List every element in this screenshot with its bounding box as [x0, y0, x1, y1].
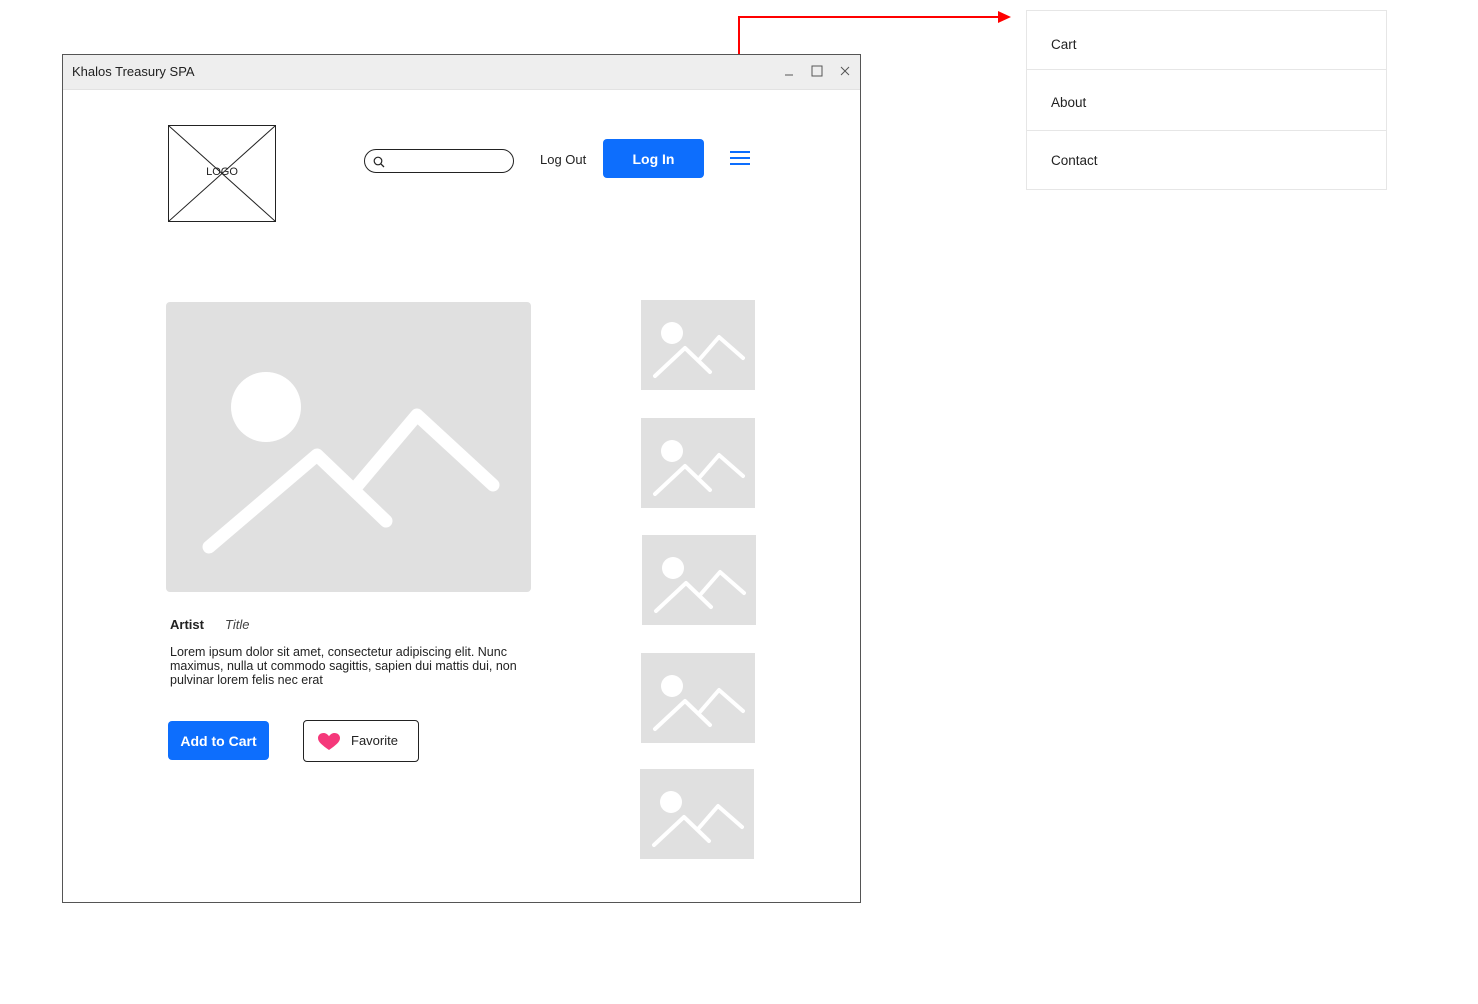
hamburger-menu-icon[interactable]	[729, 149, 751, 167]
image-placeholder-icon	[652, 791, 744, 847]
menu-item-label: Cart	[1051, 37, 1077, 52]
minimize-icon[interactable]	[781, 63, 797, 79]
menu-item-contact[interactable]: Contact	[1027, 131, 1386, 190]
window-title: Khalos Treasury SPA	[72, 64, 195, 79]
image-placeholder-icon	[202, 372, 500, 554]
artwork-description: Lorem ipsum dolor sit amet, consectetur …	[170, 645, 517, 687]
logo-label: LOGO	[206, 166, 238, 178]
menu-item-cart[interactable]: Cart	[1027, 11, 1386, 70]
favorite-label: Favorite	[351, 733, 398, 748]
log-in-button[interactable]: Log In	[603, 139, 704, 178]
thumbnail-5[interactable]	[640, 769, 754, 859]
thumbnail-2[interactable]	[641, 418, 755, 508]
menu-item-label: Contact	[1051, 153, 1098, 168]
thumbnail-4[interactable]	[641, 653, 755, 743]
image-placeholder-icon	[653, 322, 745, 378]
image-placeholder-icon	[653, 675, 745, 731]
menu-item-label: About	[1051, 95, 1087, 110]
thumbnail-1[interactable]	[641, 300, 755, 390]
menu-item-about[interactable]: About	[1027, 70, 1386, 131]
search-box[interactable]	[364, 149, 514, 173]
app-window: Khalos Treasury SPA LOGO Log Out Log In	[62, 54, 861, 903]
image-placeholder-icon	[653, 440, 745, 496]
search-icon	[373, 156, 385, 168]
main-artwork-image	[166, 302, 531, 592]
image-placeholder-icon	[654, 557, 746, 613]
heart-icon	[318, 733, 340, 750]
search-input[interactable]	[389, 153, 507, 169]
log-out-link[interactable]: Log Out	[540, 152, 586, 167]
close-icon[interactable]	[837, 63, 853, 79]
thumbnail-3[interactable]	[642, 535, 756, 625]
artwork-title-label: Title	[225, 617, 250, 632]
navigation-menu-panel: Cart About Contact	[1026, 10, 1387, 190]
add-to-cart-button[interactable]: Add to Cart	[168, 721, 269, 760]
artist-label: Artist	[170, 617, 204, 632]
logo-placeholder[interactable]: LOGO	[168, 125, 276, 222]
favorite-button[interactable]: Favorite	[303, 720, 419, 762]
maximize-icon[interactable]	[809, 63, 825, 79]
title-bar: Khalos Treasury SPA	[63, 55, 860, 90]
